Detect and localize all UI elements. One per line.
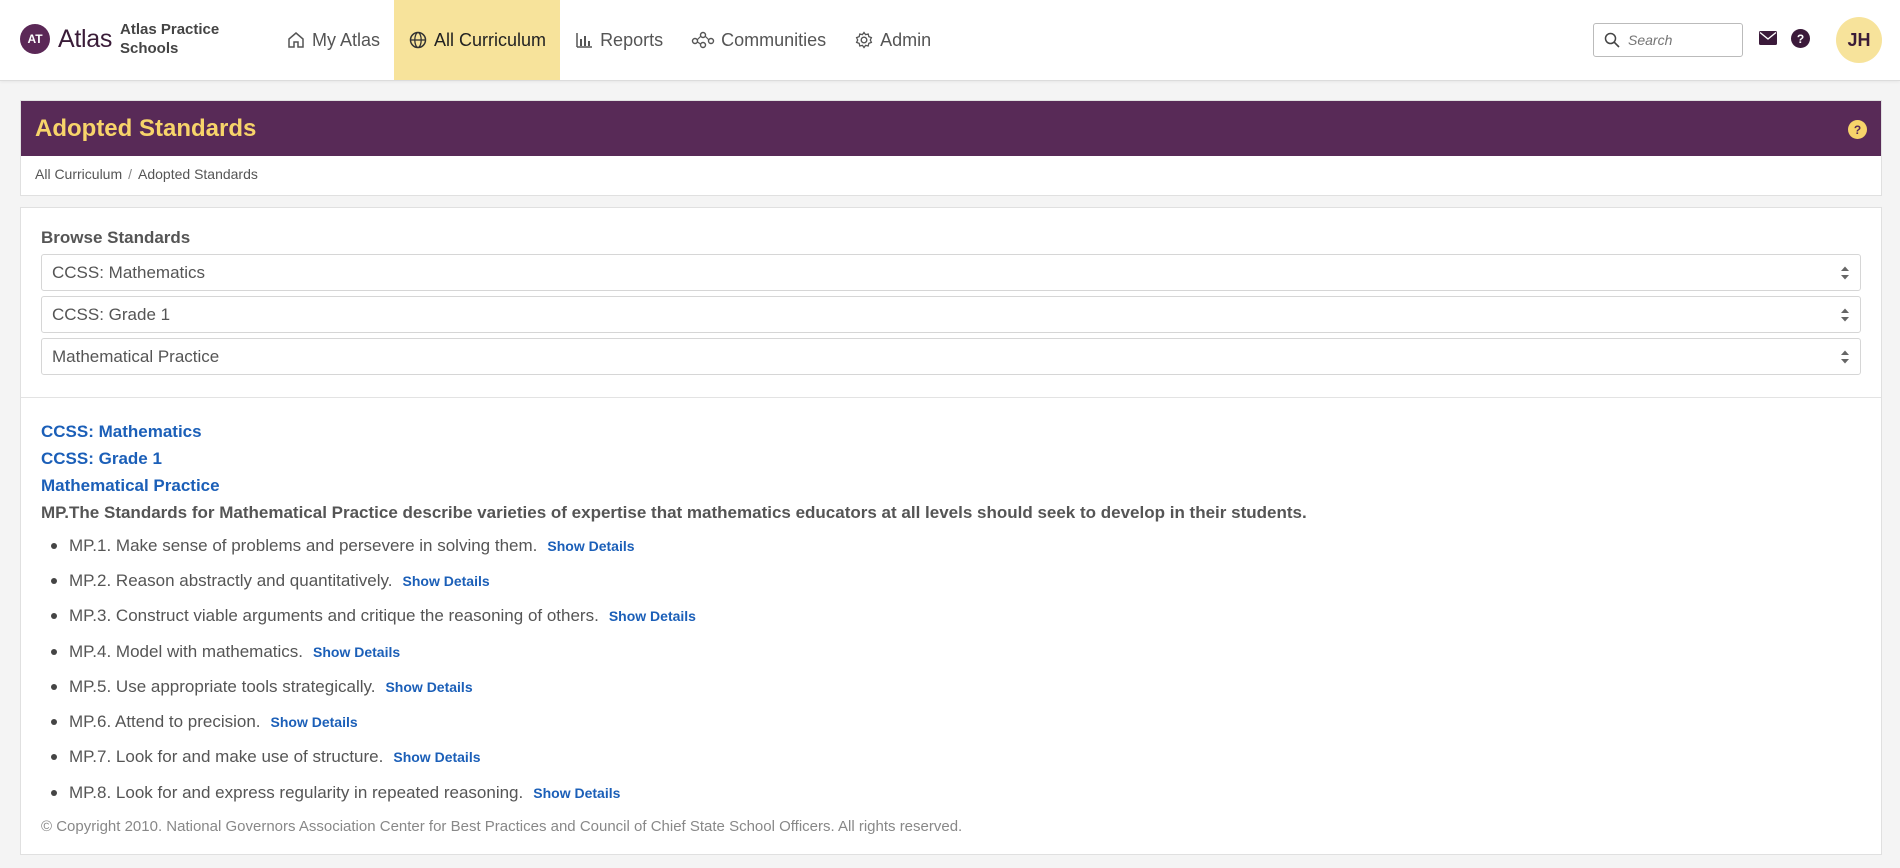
standards-results: CCSS: Mathematics CCSS: Grade 1 Mathemat… — [21, 398, 1881, 835]
nav-admin[interactable]: Admin — [840, 0, 945, 80]
top-navbar: AT Atlas Atlas Practice Schools My Atlas… — [0, 0, 1900, 81]
bar-chart-icon — [576, 33, 593, 48]
copyright-notice: © Copyright 2010. National Governors Ass… — [41, 818, 963, 836]
select-arrows-icon — [1841, 308, 1849, 322]
standards-list: MP.1. Make sense of problems and perseve… — [41, 528, 1861, 810]
page-title: Adopted Standards — [35, 114, 257, 142]
standard-text: MP.4. Model with mathematics. — [69, 641, 303, 661]
browse-label: Browse Standards — [41, 228, 191, 247]
show-details-link[interactable]: Show Details — [547, 538, 634, 554]
home-icon — [288, 32, 304, 48]
select-subject[interactable]: CCSS: Mathematics — [41, 254, 1861, 291]
title-bar: Adopted Standards ? — [21, 101, 1881, 156]
network-icon — [691, 31, 715, 49]
standard-text: MP.7. Look for and make use of structure… — [69, 747, 384, 767]
atlas-logo[interactable]: AT Atlas — [20, 24, 112, 54]
bullet — [51, 648, 57, 655]
standard-item: MP.7. Look for and make use of structure… — [51, 740, 1861, 775]
standards-heading: MP.The Standards for Mathematical Practi… — [41, 503, 1307, 522]
logo-text: Atlas — [58, 24, 113, 53]
search-icon — [1604, 32, 1620, 48]
search-box[interactable] — [1593, 23, 1743, 57]
select-arrows-icon — [1841, 350, 1849, 364]
nav-label: Communities — [721, 29, 827, 50]
standard-item: MP.3. Construct viable arguments and cri… — [51, 599, 1861, 634]
select-arrows-icon — [1841, 266, 1849, 280]
breadcrumb-separator: / — [128, 166, 133, 182]
show-details-link[interactable]: Show Details — [385, 679, 472, 695]
link-grade[interactable]: CCSS: Grade 1 — [41, 445, 1861, 472]
main-content: Browse Standards CCSS: Mathematics CCSS:… — [20, 207, 1882, 855]
standard-text: MP.5. Use appropriate tools strategicall… — [69, 676, 376, 696]
nav-communities[interactable]: Communities — [677, 0, 840, 80]
bullet — [51, 542, 57, 549]
show-details-link[interactable]: Show Details — [393, 749, 480, 765]
nav-label: Reports — [600, 29, 664, 50]
logo-mark: AT — [20, 24, 50, 54]
nav-reports[interactable]: Reports — [560, 0, 677, 80]
gear-icon — [855, 31, 873, 49]
breadcrumb-current: Adopted Standards — [138, 166, 258, 182]
show-details-link[interactable]: Show Details — [271, 714, 358, 730]
standard-item: MP.5. Use appropriate tools strategicall… — [51, 669, 1861, 704]
nav-label: All Curriculum — [434, 29, 547, 50]
select-value: CCSS: Mathematics — [52, 262, 206, 282]
standard-text: MP.2. Reason abstractly and quantitative… — [69, 570, 393, 590]
show-details-link[interactable]: Show Details — [313, 644, 400, 660]
bullet — [51, 754, 57, 761]
link-domain[interactable]: Mathematical Practice — [41, 472, 1861, 499]
nav-label: My Atlas — [312, 29, 381, 50]
nav-label: Admin — [880, 29, 932, 50]
search-input[interactable] — [1628, 32, 1738, 48]
page-header: Adopted Standards ? All Curriculum / Adopt… — [20, 100, 1882, 196]
select-value: CCSS: Grade 1 — [52, 304, 171, 324]
breadcrumb-all-curriculum[interactable]: All Curriculum — [35, 166, 122, 182]
select-value: Mathematical Practice — [52, 346, 220, 366]
standard-text: MP.1. Make sense of problems and perseve… — [69, 535, 538, 555]
show-details-link[interactable]: Show Details — [403, 573, 490, 589]
link-subject[interactable]: CCSS: Mathematics — [41, 418, 1861, 445]
standard-item: MP.2. Reason abstractly and quantitative… — [51, 563, 1861, 598]
nav-my-atlas[interactable]: My Atlas — [272, 0, 394, 80]
bullet — [51, 789, 57, 796]
standard-item: MP.8. Look for and express regularity in… — [51, 775, 1861, 810]
mail-icon[interactable] — [1759, 31, 1777, 45]
standard-item: MP.4. Model with mathematics. Show Detail… — [51, 634, 1861, 669]
standard-text: MP.8. Look for and express regularity in… — [69, 782, 524, 802]
browse-standards: Browse Standards CCSS: Mathematics CCSS:… — [21, 208, 1881, 398]
show-details-link[interactable]: Show Details — [533, 785, 620, 801]
select-domain[interactable]: Mathematical Practice — [41, 338, 1861, 375]
standard-item: MP.1. Make sense of problems and perseve… — [51, 528, 1861, 563]
help-icon[interactable]: ? — [1791, 29, 1810, 48]
standard-text: MP.3. Construct viable arguments and cri… — [69, 606, 599, 626]
user-avatar[interactable]: JH — [1836, 17, 1882, 63]
show-details-link[interactable]: Show Details — [609, 608, 696, 624]
select-grade[interactable]: CCSS: Grade 1 — [41, 296, 1861, 333]
main-nav: My Atlas All Curriculum Reports Communit… — [272, 0, 945, 80]
standard-item: MP.6. Attend to precision. Show Details — [51, 704, 1861, 739]
standard-text: MP.6. Attend to precision. — [69, 712, 261, 732]
globe-icon — [409, 31, 427, 49]
page-help-icon[interactable]: ? — [1848, 120, 1867, 139]
breadcrumb: All Curriculum / Adopted Standards — [21, 156, 1881, 182]
bullet — [51, 683, 57, 690]
school-name: Atlas Practice Schools — [120, 21, 220, 57]
bullet — [51, 613, 57, 620]
bullet — [51, 719, 57, 726]
bullet — [51, 577, 57, 584]
nav-all-curriculum[interactable]: All Curriculum — [394, 0, 561, 80]
